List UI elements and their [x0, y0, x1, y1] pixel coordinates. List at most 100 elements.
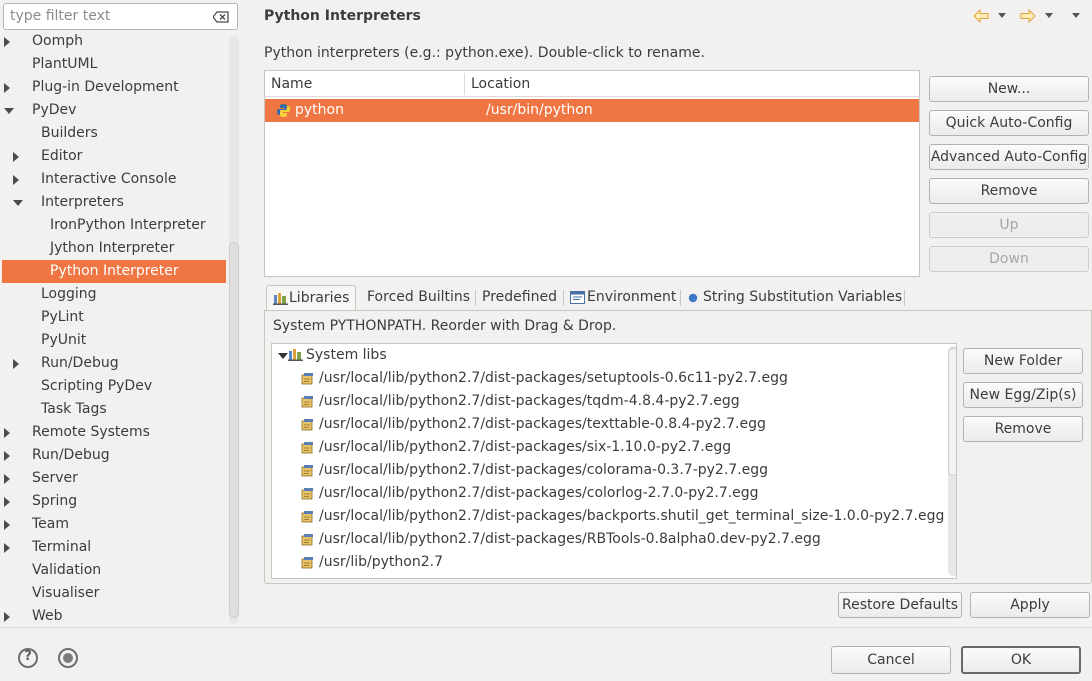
- footer-divider: [0, 627, 1092, 628]
- tree-item-pylint[interactable]: PyLint: [0, 306, 228, 329]
- tree-item-web[interactable]: Web: [0, 605, 228, 628]
- collapse-arrow-icon[interactable]: [13, 200, 23, 206]
- cancel-button[interactable]: Cancel: [831, 646, 951, 674]
- quick-auto-config-button[interactable]: Quick Auto-Config: [929, 110, 1089, 136]
- view-menu-chevron-icon[interactable]: [1072, 13, 1080, 19]
- expand-arrow-icon[interactable]: [4, 474, 10, 484]
- tree-item-python-interpreter[interactable]: Python Interpreter: [2, 260, 226, 283]
- tree-item-pydev[interactable]: PyDev: [0, 99, 228, 122]
- library-jar-icon: [301, 419, 313, 431]
- forward-arrow-icon[interactable]: [1020, 9, 1036, 23]
- expand-arrow-icon[interactable]: [13, 175, 19, 185]
- import-export-icon[interactable]: [58, 648, 78, 668]
- tree-item-label: Validation: [32, 562, 102, 578]
- new-folder-button[interactable]: New Folder: [963, 348, 1083, 374]
- tab-predefined[interactable]: Predefined: [482, 285, 557, 310]
- tree-item-label: Builders: [41, 125, 98, 141]
- clear-filter-icon[interactable]: [213, 11, 229, 23]
- tree-item-label: PlantUML: [32, 56, 98, 72]
- table-row[interactable]: python /usr/bin/python: [265, 99, 919, 122]
- filter-box[interactable]: [3, 3, 238, 30]
- expand-arrow-icon[interactable]: [4, 37, 10, 47]
- column-location-header[interactable]: Location: [471, 76, 530, 92]
- remove-library-button[interactable]: Remove: [963, 416, 1083, 442]
- remove-interpreter-button[interactable]: Remove: [929, 178, 1089, 204]
- tree-item-terminal[interactable]: Terminal: [0, 536, 228, 559]
- substitution-icon: [688, 293, 698, 303]
- library-path-label: /usr/local/lib/python2.7/dist-packages/b…: [319, 508, 945, 524]
- tree-item-label: Spring: [32, 493, 78, 509]
- tree-item-remote-systems[interactable]: Remote Systems: [0, 421, 228, 444]
- tree-item-label: PyDev: [32, 102, 77, 118]
- tab-environment-label: Environment: [587, 289, 677, 305]
- tree-item-server[interactable]: Server: [0, 467, 228, 490]
- restore-defaults-button[interactable]: Restore Defaults: [838, 592, 962, 618]
- apply-button[interactable]: Apply: [970, 592, 1090, 618]
- expand-arrow-icon[interactable]: [4, 520, 10, 530]
- tree-item-pyunit[interactable]: PyUnit: [0, 329, 228, 352]
- library-jar-icon: [301, 465, 313, 477]
- libraries-scrollbar[interactable]: [948, 346, 956, 576]
- tree-item-builders[interactable]: Builders: [0, 122, 228, 145]
- library-path-label: /usr/local/lib/python2.7/dist-packages/t…: [319, 416, 766, 432]
- tree-item-spring[interactable]: Spring: [0, 490, 228, 513]
- help-icon[interactable]: ?: [18, 648, 38, 668]
- table-header: Name Location: [265, 71, 919, 97]
- tree-item-logging[interactable]: Logging: [0, 283, 228, 306]
- tree-scrollbar-thumb[interactable]: [229, 242, 239, 618]
- tree-item-label: Interpreters: [41, 194, 124, 210]
- tree-item-label: Plug-in Development: [32, 79, 179, 95]
- tree-item-task-tags[interactable]: Task Tags: [0, 398, 228, 421]
- tree-item-label: Logging: [41, 286, 97, 302]
- library-jar-icon: [301, 442, 313, 454]
- library-path-label: /usr/local/lib/python2.7/dist-packages/s…: [319, 439, 732, 455]
- forward-history-chevron-icon[interactable]: [1045, 13, 1053, 19]
- tree-scrollbar[interactable]: [228, 36, 240, 624]
- libraries-icon: [273, 293, 288, 305]
- tab-forced-builtins[interactable]: Forced Builtins: [367, 285, 470, 310]
- up-button[interactable]: Up: [929, 212, 1089, 238]
- advanced-auto-config-button[interactable]: Advanced Auto-Config: [929, 144, 1089, 170]
- column-name-header[interactable]: Name: [271, 76, 312, 92]
- expand-arrow-icon[interactable]: [4, 83, 10, 93]
- tree-item-label: Scripting PyDev: [41, 378, 153, 394]
- tree-item-visualiser[interactable]: Visualiser: [0, 582, 228, 605]
- tree-item-validation[interactable]: Validation: [0, 559, 228, 582]
- expand-arrow-icon[interactable]: [4, 451, 10, 461]
- expand-arrow-icon[interactable]: [4, 428, 10, 438]
- expand-arrow-icon[interactable]: [13, 359, 19, 369]
- back-arrow-icon[interactable]: [973, 9, 989, 23]
- new-egg-zip-button[interactable]: New Egg/Zip(s): [963, 382, 1083, 408]
- expand-arrow-icon[interactable]: [13, 152, 19, 162]
- tree-item-label: Remote Systems: [32, 424, 150, 440]
- back-history-chevron-icon[interactable]: [998, 13, 1006, 19]
- tree-item-team[interactable]: Team: [0, 513, 228, 536]
- tree-item-editor[interactable]: Editor: [0, 145, 228, 168]
- tree-item-jython-interpreter[interactable]: Jython Interpreter: [0, 237, 228, 260]
- tree-item-ironpython-interpreter[interactable]: IronPython Interpreter: [0, 214, 228, 237]
- filter-input[interactable]: [10, 8, 200, 24]
- tree-item-run-debug[interactable]: Run/Debug: [0, 444, 228, 467]
- library-path-label: /usr/local/lib/python2.7/dist-packages/s…: [319, 370, 788, 386]
- expand-arrow-icon[interactable]: [4, 543, 10, 553]
- libraries-scrollbar-thumb[interactable]: [948, 348, 956, 476]
- tab-libraries[interactable]: Libraries: [266, 285, 356, 311]
- ok-button[interactable]: OK: [961, 646, 1081, 674]
- tree-item-label: Task Tags: [41, 401, 107, 417]
- collapse-arrow-icon[interactable]: [4, 108, 14, 114]
- tree-item-scripting-pydev[interactable]: Scripting PyDev: [0, 375, 228, 398]
- tree-item-oomph[interactable]: Oomph: [0, 30, 228, 53]
- down-button[interactable]: Down: [929, 246, 1089, 272]
- tree-item-interactive-console[interactable]: Interactive Console: [0, 168, 228, 191]
- expand-arrow-icon[interactable]: [278, 353, 288, 359]
- tree-item-plantuml[interactable]: PlantUML: [0, 53, 228, 76]
- tree-item-interpreters[interactable]: Interpreters: [0, 191, 228, 214]
- new-interpreter-button[interactable]: New...: [929, 76, 1089, 102]
- library-path-label: /usr/local/lib/python2.7/dist-packages/R…: [319, 531, 821, 547]
- libraries-tree: System libs /usr/local/lib/python2.7/dis…: [271, 343, 957, 579]
- tree-item-plug-in-development[interactable]: Plug-in Development: [0, 76, 228, 99]
- page-description: Python interpreters (e.g.: python.exe). …: [264, 45, 705, 61]
- expand-arrow-icon[interactable]: [4, 612, 10, 622]
- tree-item-run-debug[interactable]: Run/Debug: [0, 352, 228, 375]
- expand-arrow-icon[interactable]: [4, 497, 10, 507]
